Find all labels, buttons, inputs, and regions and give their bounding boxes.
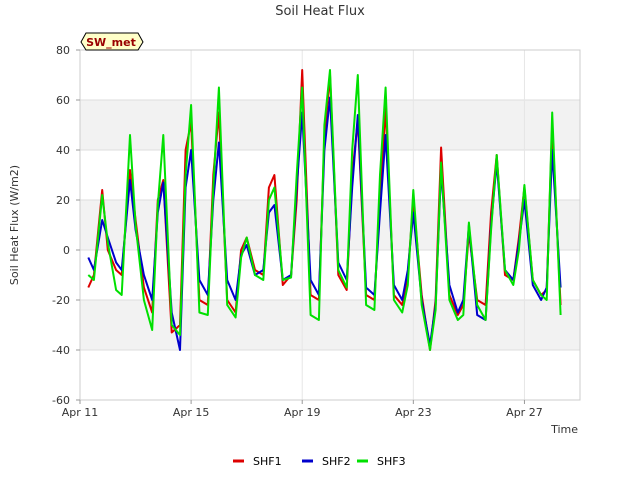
site-label-badge: SW_met <box>80 32 144 51</box>
y-axis-ticks: -60-40-20020406080 <box>52 44 80 407</box>
y-tick-label: 20 <box>56 194 70 207</box>
legend-label-shf3: SHF3 <box>377 455 406 468</box>
y-tick-label: -20 <box>52 294 70 307</box>
y-tick-label: 60 <box>56 94 70 107</box>
x-axis-ticks: Apr 11 Apr 15 Apr 19 Apr 23 Apr 27 <box>62 400 543 419</box>
background-band <box>80 150 580 200</box>
y-tick-label: -40 <box>52 344 70 357</box>
legend: SHF1 SHF2 SHF3 <box>233 455 406 468</box>
y-tick-label: 0 <box>63 244 70 257</box>
x-tick-label: Apr 23 <box>395 406 432 419</box>
x-axis-label: Time <box>550 423 578 436</box>
y-tick-label: 40 <box>56 144 70 157</box>
x-tick-label: Apr 27 <box>506 406 543 419</box>
legend-label-shf1: SHF1 <box>253 455 282 468</box>
y-axis-label: Soil Heat Flux (W/m2) <box>8 165 21 285</box>
background-band <box>80 300 580 350</box>
chart-svg: -60-40-20020406080 Apr 11 Apr 15 Apr 19 Apr… <box>8 4 581 468</box>
y-tick-label: 80 <box>56 44 70 57</box>
site-label-text: SW_met <box>86 36 136 49</box>
soil-heat-flux-chart: -60 -40 -20 0 20 40 60 80 Apr 11 Apr 15 Apr 19 Apr… <box>0 0 640 480</box>
x-tick-label: Apr 11 <box>62 406 99 419</box>
x-tick-label: Apr 15 <box>173 406 210 419</box>
background-band <box>80 350 580 400</box>
x-tick-label: Apr 19 <box>284 406 321 419</box>
legend-label-shf2: SHF2 <box>322 455 351 468</box>
chart-title: Soil Heat Flux <box>275 4 365 19</box>
